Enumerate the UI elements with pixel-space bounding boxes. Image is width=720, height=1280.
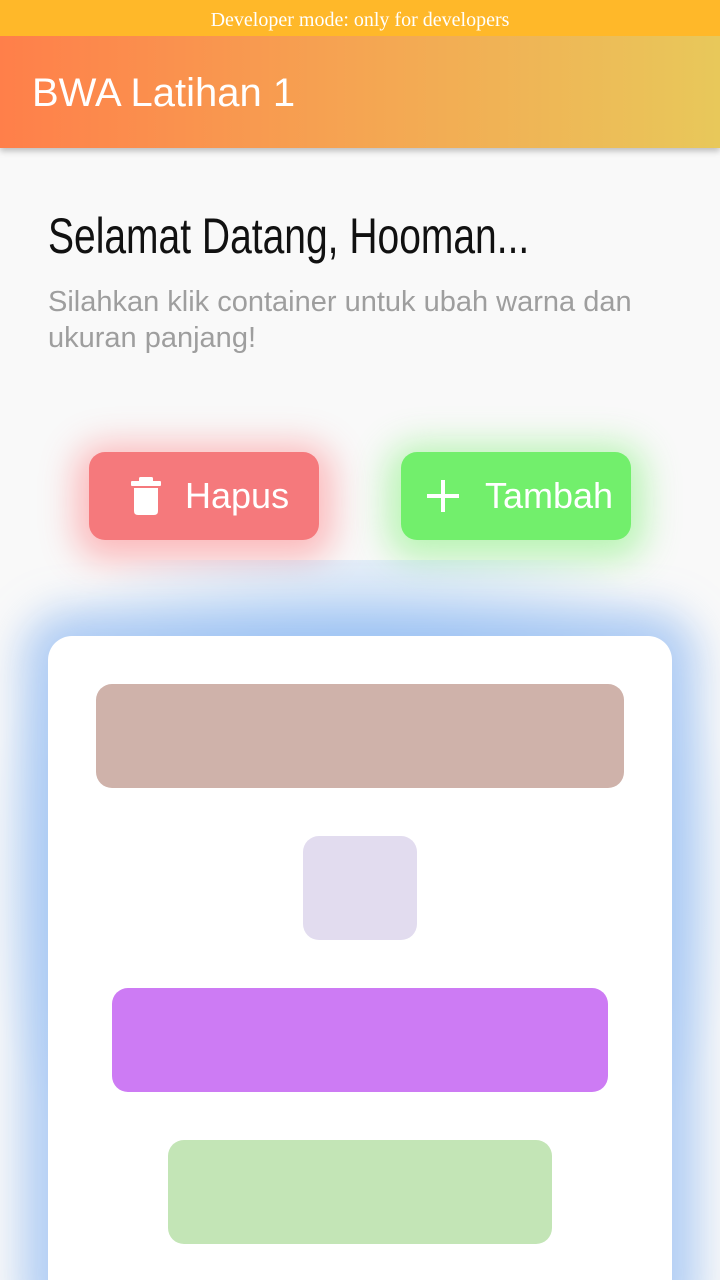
developer-mode-banner: Developer mode: only for developers — [0, 0, 720, 36]
color-container-3[interactable] — [112, 988, 608, 1092]
instruction-text: Silahkan klik container untuk ubah warna… — [48, 286, 632, 354]
color-container-2[interactable] — [303, 836, 417, 940]
trash-icon — [129, 476, 163, 516]
delete-button-label: Hapus — [185, 475, 290, 516]
greeting-heading: Selamat Datang, Hooman... — [48, 208, 530, 264]
add-button[interactable]: Tambah — [401, 452, 631, 540]
app-title: BWA Latihan 1 — [32, 71, 296, 115]
developer-mode-text: Developer mode: only for developers — [210, 9, 510, 31]
app-bar: BWA Latihan 1 — [0, 36, 720, 148]
add-button-label: Tambah — [485, 475, 614, 516]
color-container-1[interactable] — [96, 684, 624, 788]
delete-button[interactable]: Hapus — [89, 452, 319, 540]
app-screen: Developer mode: only for developers BWA … — [0, 0, 720, 1280]
container-card — [48, 636, 672, 1280]
color-container-4[interactable] — [168, 1140, 552, 1244]
plus-icon — [425, 478, 461, 514]
